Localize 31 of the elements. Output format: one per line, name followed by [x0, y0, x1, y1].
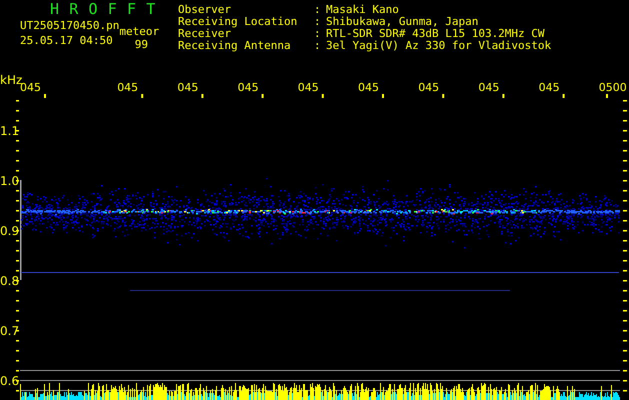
- frequency-label: 1.1: [0, 124, 20, 138]
- time-label: 0500: [598, 81, 627, 94]
- timestamp: 25.05.17 04:50: [20, 34, 113, 48]
- info-label: Receiving Location: [178, 16, 298, 28]
- time-label: 045: [478, 81, 500, 94]
- frequency-label: 0.7: [0, 324, 20, 338]
- info-label: Observer: [178, 4, 232, 16]
- colon-separator: :: [314, 16, 322, 28]
- info-value: Shibukawa, Gunma, Japan: [326, 16, 480, 28]
- count-value: 99: [134, 38, 148, 52]
- info-value: Masaki Kano: [326, 4, 400, 16]
- app-title: H R O F F T: [49, 0, 157, 18]
- time-label: 045: [298, 81, 319, 94]
- time-label: 045: [418, 81, 440, 94]
- time-label: 045: [177, 81, 198, 94]
- info-value: 3el Yagi(V) Az 330 for Vladivostok: [326, 40, 552, 52]
- file-type: meteor: [119, 25, 160, 39]
- info-label: Receiver: [178, 28, 231, 40]
- frequency-label: 0.8: [0, 274, 20, 288]
- file-name: UT2505170450.pn: [20, 19, 120, 33]
- time-label: 045: [358, 81, 379, 94]
- time-label: 045: [238, 81, 259, 94]
- colon-separator: :: [314, 40, 322, 52]
- time-label: 045: [538, 81, 560, 94]
- info-label: Receiving Antenna: [178, 40, 292, 52]
- info-value: RTL-SDR SDR# 43dB L15 103.2MHz CW: [326, 28, 546, 40]
- time-label: 045: [20, 81, 41, 94]
- colon-separator: :: [314, 28, 322, 40]
- frequency-label: 0.6: [0, 374, 20, 388]
- colon-separator: :: [314, 4, 322, 16]
- time-label: 045: [117, 81, 138, 94]
